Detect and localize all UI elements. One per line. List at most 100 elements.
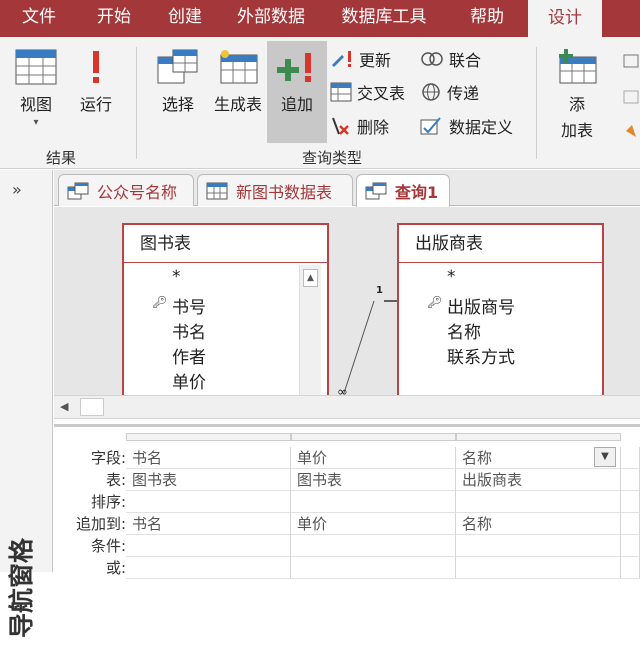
tab-create[interactable]: 创建 — [150, 0, 220, 34]
grid-or-cell[interactable] — [456, 557, 621, 579]
field-book-name[interactable]: 书名 — [172, 318, 206, 343]
view-button[interactable]: 视图 ▾ — [8, 49, 64, 128]
results-group-label: 结果 — [46, 149, 77, 167]
append-query-button[interactable]: 追加 — [267, 41, 327, 143]
select-query-button[interactable]: 选择 — [152, 49, 204, 115]
grid-sort-cell[interactable] — [456, 491, 621, 513]
group-separator — [136, 47, 137, 159]
table-box-books[interactable]: 图书表 * 🔑︎ 书号 书名 作者 单价 ▲ — [122, 223, 329, 395]
grid-sort-cell[interactable] — [291, 491, 456, 513]
row-header-or: 或: — [105, 559, 126, 577]
column-selector[interactable] — [291, 433, 456, 441]
data-definition-label: 数据定义 — [449, 118, 514, 137]
row-header-field: 字段: — [90, 449, 126, 467]
table-box-publishers[interactable]: 出版商表 * 🔑︎ 出版商号 名称 联系方式 — [397, 223, 604, 395]
field-publisher-name[interactable]: 名称 — [447, 318, 481, 343]
update-query-button[interactable]: 更新 — [330, 47, 391, 71]
append-icon — [277, 53, 311, 82]
grid-criteria-cell[interactable] — [291, 535, 456, 557]
scroll-left-icon[interactable]: ◀ — [60, 400, 68, 413]
field-publisher-id[interactable]: 出版商号 — [447, 293, 515, 318]
row-header-table: 表: — [105, 471, 126, 489]
grid-sort-cell[interactable] — [621, 491, 640, 513]
crosstab-query-button[interactable]: 交叉表 — [330, 80, 405, 104]
tab-help[interactable]: 帮助 — [446, 0, 528, 34]
expand-nav-button[interactable]: » — [12, 180, 22, 199]
globe-icon — [422, 83, 440, 101]
passthrough-label: 传递 — [447, 84, 480, 103]
view-label: 视图 — [19, 95, 52, 114]
field-all[interactable]: * — [447, 267, 456, 287]
table-icon — [206, 182, 228, 199]
row-header-criteria: 条件: — [90, 537, 126, 555]
field-contact[interactable]: 联系方式 — [447, 343, 515, 368]
grid-criteria-cell[interactable] — [621, 535, 640, 557]
navigation-pane-label[interactable]: 导航窗格 — [2, 522, 42, 654]
scroll-thumb[interactable] — [80, 398, 104, 416]
design-horizontal-scrollbar[interactable]: ◀ — [54, 395, 640, 419]
field-price[interactable]: 单价 — [172, 368, 206, 393]
grid-append-cell[interactable]: 单价 — [291, 513, 456, 535]
make-table-label: 生成表 — [213, 95, 262, 114]
run-label: 运行 — [79, 95, 112, 114]
grid-or-cell[interactable] — [126, 557, 291, 579]
grid-table-cell[interactable]: 出版商表 — [456, 469, 621, 491]
exclamation-icon — [93, 51, 99, 83]
doc-tab-label: 查询1 — [395, 183, 439, 202]
grid-append-cell[interactable]: 名称 — [456, 513, 621, 535]
doc-tab-new-book-table[interactable]: 新图书数据表 — [197, 174, 353, 206]
make-table-icon — [220, 50, 258, 84]
run-button[interactable]: 运行 — [72, 49, 120, 115]
grid-criteria-cell[interactable] — [126, 535, 291, 557]
delete-query-button[interactable]: 删除 — [330, 114, 389, 138]
column-selector[interactable] — [126, 433, 291, 441]
table-title: 图书表 — [124, 225, 327, 263]
crosstab-icon — [330, 82, 352, 102]
field-book-id[interactable]: 书号 — [172, 293, 206, 318]
data-definition-query-button[interactable]: 数据定义 — [420, 114, 513, 138]
grid-table-cell[interactable] — [621, 469, 640, 491]
grid-field-cell[interactable] — [621, 447, 640, 469]
grid-field-cell[interactable]: 书名 — [126, 447, 291, 469]
append-label: 追加 — [280, 95, 313, 114]
add-table-button[interactable]: 添 加表 — [552, 49, 602, 141]
query-icon — [365, 182, 387, 200]
key-icon: 🔑︎ — [152, 295, 168, 309]
union-query-button[interactable]: 联合 — [420, 47, 481, 71]
tab-home[interactable]: 开始 — [78, 0, 150, 34]
doc-tab-label: 新图书数据表 — [236, 182, 333, 202]
passthrough-query-button[interactable]: 传递 — [420, 80, 479, 104]
update-label: 更新 — [359, 51, 392, 70]
tab-database-tools[interactable]: 数据库工具 — [322, 0, 446, 34]
ribbon: 视图 ▾ 运行 结果 选择 生成表 追加 更新 交叉表 删除 联合 传递 数据定… — [0, 37, 640, 169]
grid-criteria-cell[interactable] — [456, 535, 621, 557]
tab-external-data[interactable]: 外部数据 — [220, 0, 322, 34]
query-design-area: 1 ∞ 图书表 * 🔑︎ 书号 书名 作者 单价 ▲ 出版商表 * 🔑︎ 出版商… — [54, 207, 640, 395]
relation-many-label: ∞ — [337, 385, 348, 395]
doc-tab-label: 公众号名称 — [97, 182, 178, 202]
grid-append-cell[interactable]: 书名 — [126, 513, 291, 535]
doc-tab-query1[interactable]: 查询1 — [356, 174, 450, 207]
scroll-up-icon[interactable]: ▲ — [303, 269, 318, 287]
field-all[interactable]: * — [172, 267, 181, 287]
grid-table-cell[interactable]: 图书表 — [126, 469, 291, 491]
crosstab-label: 交叉表 — [357, 84, 406, 103]
chevron-down-icon: ▾ — [33, 117, 39, 128]
data-definition-icon — [420, 117, 441, 135]
grid-field-cell[interactable]: 单价 — [291, 447, 456, 469]
chevron-down-icon[interactable]: ▼ — [594, 447, 616, 467]
tab-design[interactable]: 设计 — [528, 0, 602, 37]
column-selector[interactable] — [456, 433, 621, 441]
grid-table-cell[interactable]: 图书表 — [291, 469, 456, 491]
grid-or-cell[interactable] — [621, 557, 640, 579]
union-rings-icon — [421, 52, 443, 66]
grid-append-cell[interactable] — [621, 513, 640, 535]
table-scrollbar[interactable]: ▲ — [299, 265, 321, 395]
grid-or-cell[interactable] — [291, 557, 456, 579]
doc-tab-wechat-name[interactable]: 公众号名称 — [58, 174, 194, 206]
field-author[interactable]: 作者 — [172, 343, 206, 368]
make-table-button[interactable]: 生成表 — [208, 49, 268, 115]
grid-sort-cell[interactable] — [126, 491, 291, 513]
datasheet-view-icon — [15, 49, 57, 85]
tab-file[interactable]: 文件 — [0, 0, 78, 34]
